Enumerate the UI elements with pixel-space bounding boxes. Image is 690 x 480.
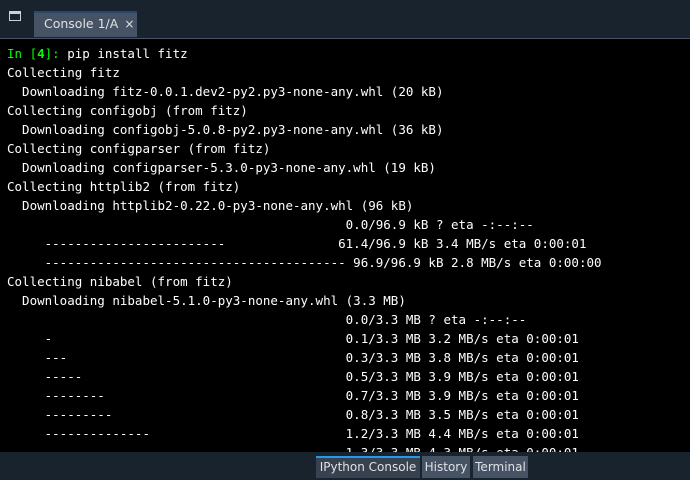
bottom-tab-bar: IPython Console History Terminal (0, 452, 690, 480)
tab-console-1a[interactable]: Console 1/A × (34, 11, 137, 37)
output-line: Collecting nibabel (from fitz) (7, 274, 233, 289)
top-tab-bar: Console 1/A × (0, 0, 690, 38)
tab-label: Console 1/A (44, 16, 119, 31)
output-line: -------- 0.7/3.3 MB 3.9 MB/s eta 0:00:01 (44, 388, 579, 403)
tab-ipython-console[interactable]: IPython Console (316, 456, 420, 478)
output-line: Collecting httplib2 (from fitz) (7, 179, 241, 194)
command-text: pip install fitz (67, 46, 188, 61)
console-top-border (0, 38, 690, 39)
tab-history[interactable]: History (422, 456, 470, 478)
console-output-area[interactable]: In [4]: pip install fitz Collecting fitz… (0, 38, 690, 452)
close-icon[interactable]: × (124, 17, 134, 31)
console-output: In [4]: pip install fitz Collecting fitz… (0, 38, 690, 452)
output-line: --------- 0.8/3.3 MB 3.5 MB/s eta 0:00:0… (44, 407, 579, 422)
prompt-end: ]: (44, 46, 68, 61)
output-lines: Collecting fitz Downloading fitz-0.0.1.d… (7, 65, 602, 452)
output-line: - 0.1/3.3 MB 3.2 MB/s eta 0:00:01 (44, 331, 579, 346)
prompt-number: 4 (37, 46, 45, 61)
output-line: Downloading nibabel-5.1.0-py3-none-any.w… (22, 293, 406, 308)
output-line: ---------------- 1.3/3.3 MB 4.3 MB/s eta… (7, 445, 579, 452)
window-icon[interactable] (9, 11, 21, 21)
output-line: ----- 0.5/3.3 MB 3.9 MB/s eta 0:00:01 (44, 369, 579, 384)
prompt-in: In [ (7, 46, 38, 61)
output-line: Collecting configparser (from fitz) (7, 141, 271, 156)
output-line: -------------- 1.2/3.3 MB 4.4 MB/s eta 0… (44, 426, 579, 441)
output-line: Downloading configobj-5.0.8-py2.py3-none… (22, 122, 444, 137)
output-line: Collecting fitz (7, 65, 120, 80)
output-line: Downloading configparser-5.3.0-py3-none-… (22, 160, 436, 175)
output-line: Collecting configobj (from fitz) (7, 103, 248, 118)
output-line: ----------------------------------------… (44, 255, 602, 270)
output-line: ------------------------ 61.4/96.9 kB 3.… (44, 236, 587, 251)
output-line: Downloading fitz-0.0.1.dev2-py2.py3-none… (22, 84, 444, 99)
tab-terminal[interactable]: Terminal (473, 456, 528, 478)
output-line: 0.0/96.9 kB ? eta -:--:-- (345, 217, 534, 232)
output-line: Downloading httplib2-0.22.0-py3-none-any… (22, 198, 414, 213)
output-line: --- 0.3/3.3 MB 3.8 MB/s eta 0:00:01 (44, 350, 579, 365)
output-line: 0.0/3.3 MB ? eta -:--:-- (345, 312, 527, 327)
